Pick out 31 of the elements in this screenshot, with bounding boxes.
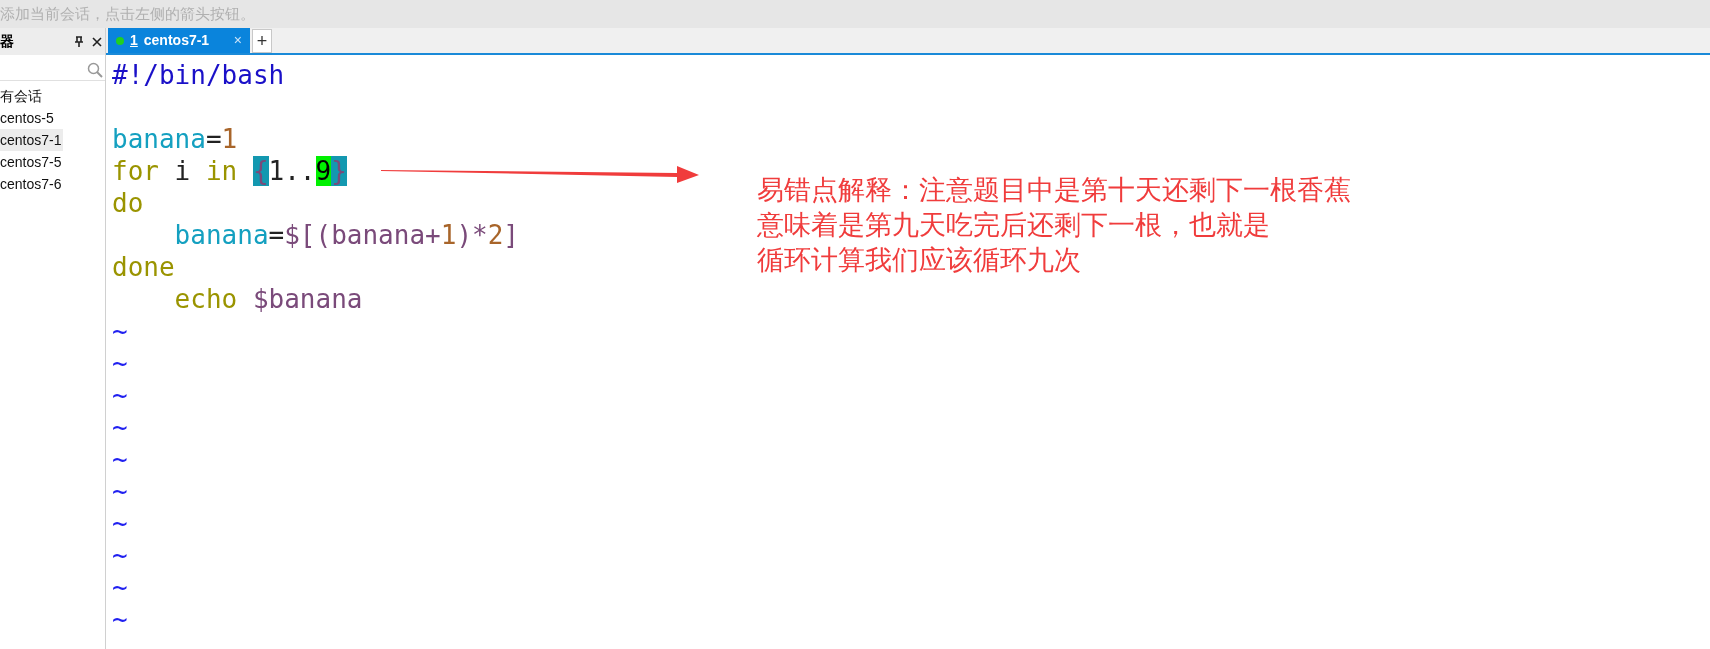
session-item[interactable]: centos7-6	[0, 173, 64, 195]
code-line: echo $banana	[174, 283, 363, 315]
empty-line-marker: ~	[112, 475, 128, 507]
empty-line-marker: ~	[112, 379, 128, 411]
session-item[interactable]: centos7-5	[0, 151, 64, 173]
tab-label: centos7-1	[143, 31, 211, 50]
empty-line-marker: ~	[112, 411, 128, 443]
empty-line-marker: ~	[112, 571, 128, 603]
code-line: banana=1	[112, 123, 238, 155]
tab-number: 1	[130, 31, 138, 50]
annotation-note: 易错点解释：注意题目中是第十天还剩下一根香蕉 意味着是第九天吃完后还剩下一根，也就是 循环计算我们应该循环九次	[757, 174, 1351, 277]
session-item[interactable]: centos7-1	[0, 129, 64, 151]
code-line: for i in {1..9}	[112, 155, 347, 187]
empty-line-marker: ~	[112, 603, 128, 635]
session-item[interactable]: 有会话	[0, 85, 44, 107]
empty-line-marker: ~	[112, 315, 128, 347]
empty-line-marker: ~	[112, 443, 128, 475]
search-icon	[87, 61, 103, 78]
code-line: banana=$[(banana+1)*2]	[174, 219, 519, 251]
empty-line-marker: ~	[112, 539, 128, 571]
session-tab[interactable]: 1 centos7-1 ×	[108, 28, 250, 53]
session-item[interactable]: centos-5	[0, 107, 56, 129]
code-line: #!/bin/bash	[112, 59, 285, 91]
new-tab-button[interactable]: +	[252, 29, 272, 53]
code-line: done	[112, 251, 175, 283]
empty-line-marker: ~	[112, 507, 128, 539]
close-icon[interactable]	[92, 36, 102, 47]
code-line: do	[112, 187, 144, 219]
empty-line-marker: ~	[112, 347, 128, 379]
panel-title: 器	[0, 32, 14, 51]
pin-icon[interactable]	[74, 35, 84, 48]
